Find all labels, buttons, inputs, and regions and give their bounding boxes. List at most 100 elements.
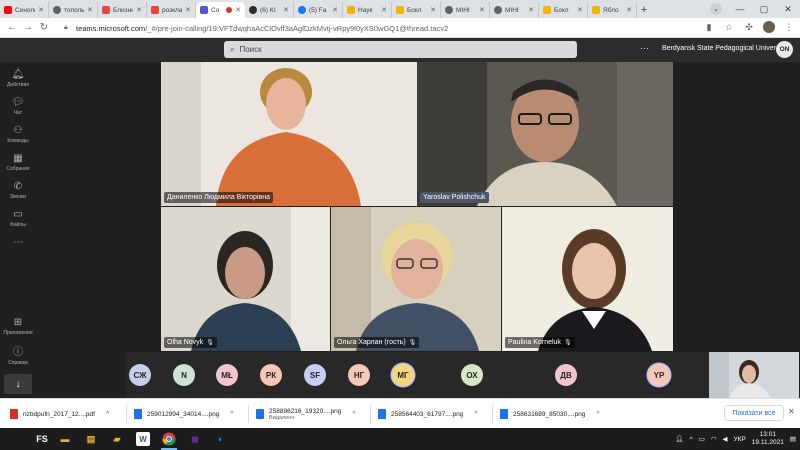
org-name[interactable]: Berdyansk State Pedagogical University	[662, 45, 787, 52]
rail-item-chat[interactable]: 💬︎ Чат	[0, 92, 36, 122]
participant-avatar[interactable]: МГ	[392, 364, 414, 386]
close-icon[interactable]: ✕	[283, 6, 289, 14]
word-icon[interactable]: W	[136, 432, 150, 446]
back-icon[interactable]: ←	[4, 20, 20, 36]
tab-search-icon[interactable]: ⌄	[710, 3, 722, 15]
close-icon[interactable]: ✕	[38, 6, 44, 14]
close-icon[interactable]: ✕	[185, 6, 191, 14]
chevron-up-icon[interactable]: ^	[352, 411, 355, 418]
chevron-up-icon[interactable]: ^	[474, 411, 477, 418]
browser-tab[interactable]: Ябло ✕	[588, 2, 637, 18]
menu-icon[interactable]: ⋮	[782, 20, 796, 34]
app-icon[interactable]: ▤	[84, 432, 98, 446]
minimize-button[interactable]: —	[728, 0, 752, 18]
browser-tab[interactable]: МІНІ ✕	[490, 2, 539, 18]
extensions-icon[interactable]: ✣	[742, 20, 756, 34]
edge-icon[interactable]: ◐	[214, 432, 228, 446]
rail-item-files[interactable]: ▭ Файлы	[0, 204, 36, 234]
participant-avatar[interactable]: SF	[304, 364, 326, 386]
notifications-icon[interactable]: ▤	[790, 435, 796, 443]
download-item[interactable]: 258564403_61797....png ^	[378, 403, 478, 425]
download-item[interactable]: 258896216_19320....png Видалено ^	[256, 403, 356, 425]
battery-icon[interactable]: ▭	[699, 435, 705, 443]
user-avatar[interactable]: ON	[776, 41, 793, 58]
close-window-button[interactable]: ✕	[776, 0, 800, 18]
participant-avatar[interactable]: YP	[648, 364, 670, 386]
browser-tab[interactable]: МІНІ ✕	[441, 2, 490, 18]
browser-tab-active[interactable]: Co ✕	[196, 2, 245, 18]
close-icon[interactable]: ✕	[788, 407, 795, 416]
self-video-preview[interactable]	[709, 352, 799, 398]
download-item[interactable]: 259012994_34014....png ^	[134, 403, 234, 425]
browser-tab[interactable]: Близнюк✕	[98, 2, 147, 18]
language-indicator[interactable]: УКР	[734, 436, 746, 443]
chrome-icon[interactable]	[162, 432, 176, 446]
browser-tab[interactable]: розклад✕	[147, 2, 196, 18]
close-icon[interactable]: ✕	[87, 6, 93, 14]
more-icon[interactable]: ⋯	[640, 43, 649, 54]
fs-app-icon[interactable]: FS	[34, 432, 50, 446]
browser-tab[interactable]: Бокл ✕	[539, 2, 588, 18]
onenote-icon[interactable]: ◼	[188, 432, 202, 446]
maximize-button[interactable]: ▢	[752, 0, 776, 18]
camera-in-use-icon[interactable]: ▮	[702, 20, 716, 34]
url-input[interactable]: 🔒︎ teams.microsoft.com/_#/pre-join-calli…	[64, 21, 712, 35]
participant-avatar[interactable]: РК	[260, 364, 282, 386]
close-icon[interactable]: ✕	[332, 6, 338, 14]
volume-icon[interactable]: ◀︎	[723, 435, 728, 443]
search-input[interactable]: ⌕ Поиск	[224, 41, 577, 58]
close-icon[interactable]: ✕	[626, 6, 632, 14]
lock-icon[interactable]: 🔒︎	[64, 24, 72, 32]
participant-avatar[interactable]: N	[173, 364, 195, 386]
wifi-icon[interactable]: ◠	[711, 435, 717, 443]
participant-avatar[interactable]: НГ	[348, 364, 370, 386]
close-icon[interactable]: ✕	[528, 6, 534, 14]
rail-item-activity[interactable]: 🔔︎ Действия	[0, 64, 36, 94]
download-item[interactable]: nzbdpufn_2017_12....pdf ^	[10, 403, 109, 425]
close-icon[interactable]: ✕	[479, 6, 485, 14]
close-icon[interactable]: ✕	[577, 6, 583, 14]
show-all-downloads-button[interactable]: Показати все	[724, 405, 784, 421]
browser-tab[interactable]: Синопсис✕	[0, 2, 49, 18]
file-explorer-icon[interactable]: ▬	[58, 432, 72, 446]
new-tab-button[interactable]: +	[637, 2, 651, 18]
close-icon[interactable]: ✕	[136, 6, 142, 14]
rail-item-more[interactable]: ⋯	[0, 234, 36, 252]
person-icon[interactable]: 👤︎	[675, 435, 683, 443]
clock[interactable]: 13:01 19.11.2021	[752, 431, 784, 447]
video-tile[interactable]: Ольга Харлан (гость) 🎙︎	[331, 207, 501, 351]
video-tile[interactable]: Даниленко Людмила Вікторівна	[161, 62, 417, 206]
browser-tab[interactable]: тополь ✕	[49, 2, 98, 18]
chevron-up-icon[interactable]: ^	[690, 436, 693, 443]
close-icon[interactable]: ✕	[381, 6, 387, 14]
rail-item-meetings[interactable]: ▦ Собрания	[0, 148, 36, 178]
rail-item-calls[interactable]: ✆ Звонки	[0, 176, 36, 206]
star-icon[interactable]: ☆	[722, 20, 736, 34]
video-tile[interactable]: Paulina Korneluk 🎙︎	[502, 207, 673, 351]
rail-item-help[interactable]: ⓘ Справка	[0, 342, 36, 372]
chevron-up-icon[interactable]: ^	[596, 411, 599, 418]
rail-item-apps[interactable]: ⊞ Приложения	[0, 312, 36, 342]
folder-icon[interactable]: ▰	[110, 432, 124, 446]
tab-favicon-icon	[543, 6, 551, 14]
browser-tab[interactable]: Бокл ✕	[392, 2, 441, 18]
rail-item-teams[interactable]: ⚇ Команды	[0, 120, 36, 150]
close-icon[interactable]: ✕	[430, 6, 436, 14]
download-icon[interactable]: ↓	[4, 374, 32, 394]
reload-icon[interactable]: ↻	[36, 20, 52, 36]
profile-avatar[interactable]	[762, 20, 776, 34]
close-icon[interactable]: ✕	[235, 6, 241, 14]
participant-avatar[interactable]: ОХ	[461, 364, 483, 386]
video-tile[interactable]: Yaroslav Polishchuk	[417, 62, 673, 206]
participant-avatar[interactable]: СЖ	[129, 364, 151, 386]
download-item[interactable]: 258631689_85030....png ^	[500, 403, 600, 425]
video-tile[interactable]: Olha Novyk 🎙︎	[161, 207, 330, 351]
browser-tab[interactable]: (6) Kl ✕	[245, 2, 294, 18]
participant-avatar[interactable]: ДВ	[555, 364, 577, 386]
chevron-up-icon[interactable]: ^	[230, 411, 233, 418]
browser-tab[interactable]: (5) Fa ✕	[294, 2, 343, 18]
participant-avatar[interactable]: МŁ	[216, 364, 238, 386]
forward-icon[interactable]: →	[20, 20, 36, 36]
browser-tab[interactable]: Наук ✕	[343, 2, 392, 18]
chevron-up-icon[interactable]: ^	[106, 411, 109, 418]
